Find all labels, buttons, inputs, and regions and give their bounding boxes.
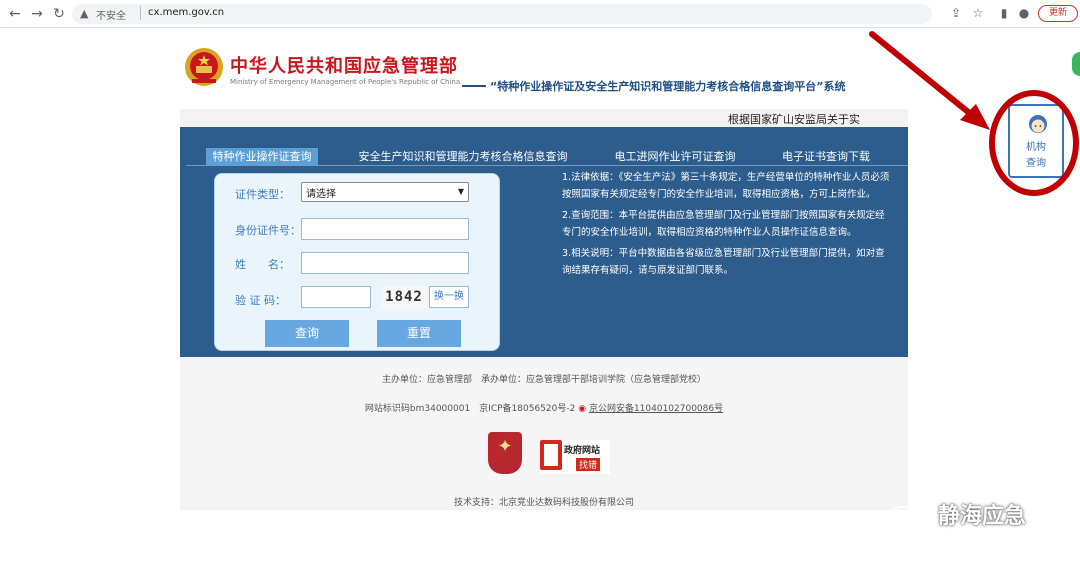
person-icon xyxy=(1029,115,1047,133)
org-name: 中华人民共和国应急管理部 xyxy=(230,56,458,77)
magnifier-icon xyxy=(540,440,562,470)
platform-title: “特种作业操作证及安全生产知识和管理能力考核合格信息查询平台”系统 xyxy=(490,80,846,93)
id-label: 身份证件号： xyxy=(235,224,301,237)
footer-records: 网站标识码bm34000001 京ICP备18056520号-2 ◉ 京公网安备… xyxy=(180,401,908,414)
cert-type-value: 请选择 xyxy=(306,189,336,200)
name-label: 姓 名： xyxy=(235,258,290,271)
police-badge-icon: ◉ xyxy=(578,404,587,414)
footer-tech-support: 技术支持：北京竞业达数码科技股份有限公司 xyxy=(453,498,634,508)
info-paragraph: 2.查询范围：本平台提供由应急管理部门及行业管理部门按照国家有关规定经专门的安全… xyxy=(562,210,885,238)
captcha-input[interactable] xyxy=(301,286,371,308)
captcha-image[interactable]: 1842 xyxy=(381,286,427,308)
info-paragraph: 3.相关说明：平台中数据由各省级应急管理部门及行业管理部门提供，如对查询结果存有… xyxy=(562,248,885,276)
chevron-down-icon: ▼ xyxy=(457,187,464,196)
tab-divider xyxy=(186,165,908,166)
title-dash xyxy=(462,85,486,87)
float-label-line1: 机构 xyxy=(1026,142,1046,153)
security-label: 不安全 xyxy=(96,11,126,22)
party-org-badge-icon[interactable]: ✦ xyxy=(488,432,522,474)
institution-query-float[interactable]: 机构 查询 xyxy=(1008,104,1064,178)
query-panel: 特种作业操作证查询 安全生产知识和管理能力考核合格信息查询 电工进网作业许可证查… xyxy=(180,127,908,357)
name-input[interactable] xyxy=(301,252,469,274)
url-text[interactable]: cx.mem.gov.cn xyxy=(148,7,224,18)
wechat-icon xyxy=(890,506,924,527)
green-side-icon[interactable] xyxy=(1072,52,1080,76)
forward-icon[interactable]: → xyxy=(28,5,46,23)
reload-icon[interactable]: ↻ xyxy=(50,5,68,23)
share-icon[interactable]: ⇪ xyxy=(948,5,964,21)
info-text: 1.法律依据：《安全生产法》第三十条规定，生产经营单位的特种作业人员必须按照国家… xyxy=(562,169,892,283)
sidepanel-icon[interactable]: ▮ xyxy=(996,5,1012,21)
national-emblem-icon xyxy=(185,48,223,86)
gov-find-sub: 找错 xyxy=(576,458,601,471)
gov-site-error-report[interactable]: 政府网站 找错 xyxy=(540,440,610,474)
query-button[interactable]: 查询 xyxy=(265,320,349,347)
tab-safety-knowledge[interactable]: 安全生产知识和管理能力考核合格信息查询 xyxy=(352,148,574,166)
notice-bar: 根据国家矿山安监局关于实 xyxy=(180,109,908,127)
profile-icon[interactable]: ● xyxy=(1016,5,1032,21)
cert-type-label: 证件类型： xyxy=(235,188,290,201)
info-paragraph: 1.法律依据：《安全生产法》第三十条规定，生产经营单位的特种作业人员必须按照国家… xyxy=(562,172,890,200)
footer-sponsor: 主办单位：应急管理部 承办单位：应急管理部干部培训学院（应急管理部党校） xyxy=(381,375,706,385)
id-number-input[interactable] xyxy=(301,218,469,240)
org-name-english: Ministry of Emergency Management of Peop… xyxy=(230,78,461,86)
gov-find-title: 政府网站 xyxy=(564,446,601,456)
warning-icon: ▲ xyxy=(80,7,89,20)
site-id-text: 网站标识码bm34000001 京ICP备18056520号-2 xyxy=(364,404,576,414)
captcha-label: 验 证 码： xyxy=(235,294,286,307)
notice-marquee[interactable]: 根据国家矿山安监局关于实 xyxy=(728,111,860,127)
query-form: 证件类型： 请选择 ▼ 身份证件号： 姓 名： 验 证 码： 1842 换一换 … xyxy=(214,173,500,351)
reset-button[interactable]: 重置 xyxy=(377,320,461,347)
update-button[interactable]: 更新 xyxy=(1038,5,1078,22)
address-bar[interactable]: ▲ 不安全 cx.mem.gov.cn xyxy=(72,4,932,24)
captcha-refresh-button[interactable]: 换一换 xyxy=(429,286,469,308)
police-record-link[interactable]: 京公网安备11040102700086号 xyxy=(589,404,723,414)
float-label-line2: 查询 xyxy=(1026,158,1046,169)
tab-e-certificate[interactable]: 电子证书查询下载 xyxy=(774,148,878,166)
url-separator xyxy=(140,6,141,20)
tab-special-operation[interactable]: 特种作业操作证查询 xyxy=(206,148,318,166)
watermark-text: 静海应急 xyxy=(938,504,1027,529)
star-icon[interactable]: ☆ xyxy=(970,5,986,21)
back-icon[interactable]: ← xyxy=(6,5,24,23)
tab-electrician-permit[interactable]: 电工进网作业许可证查询 xyxy=(606,148,744,166)
browser-toolbar: ← → ↻ ▲ 不安全 cx.mem.gov.cn ⇪ ☆ ▮ ● 更新 xyxy=(0,0,1080,28)
cert-type-select[interactable]: 请选择 ▼ xyxy=(301,182,469,202)
